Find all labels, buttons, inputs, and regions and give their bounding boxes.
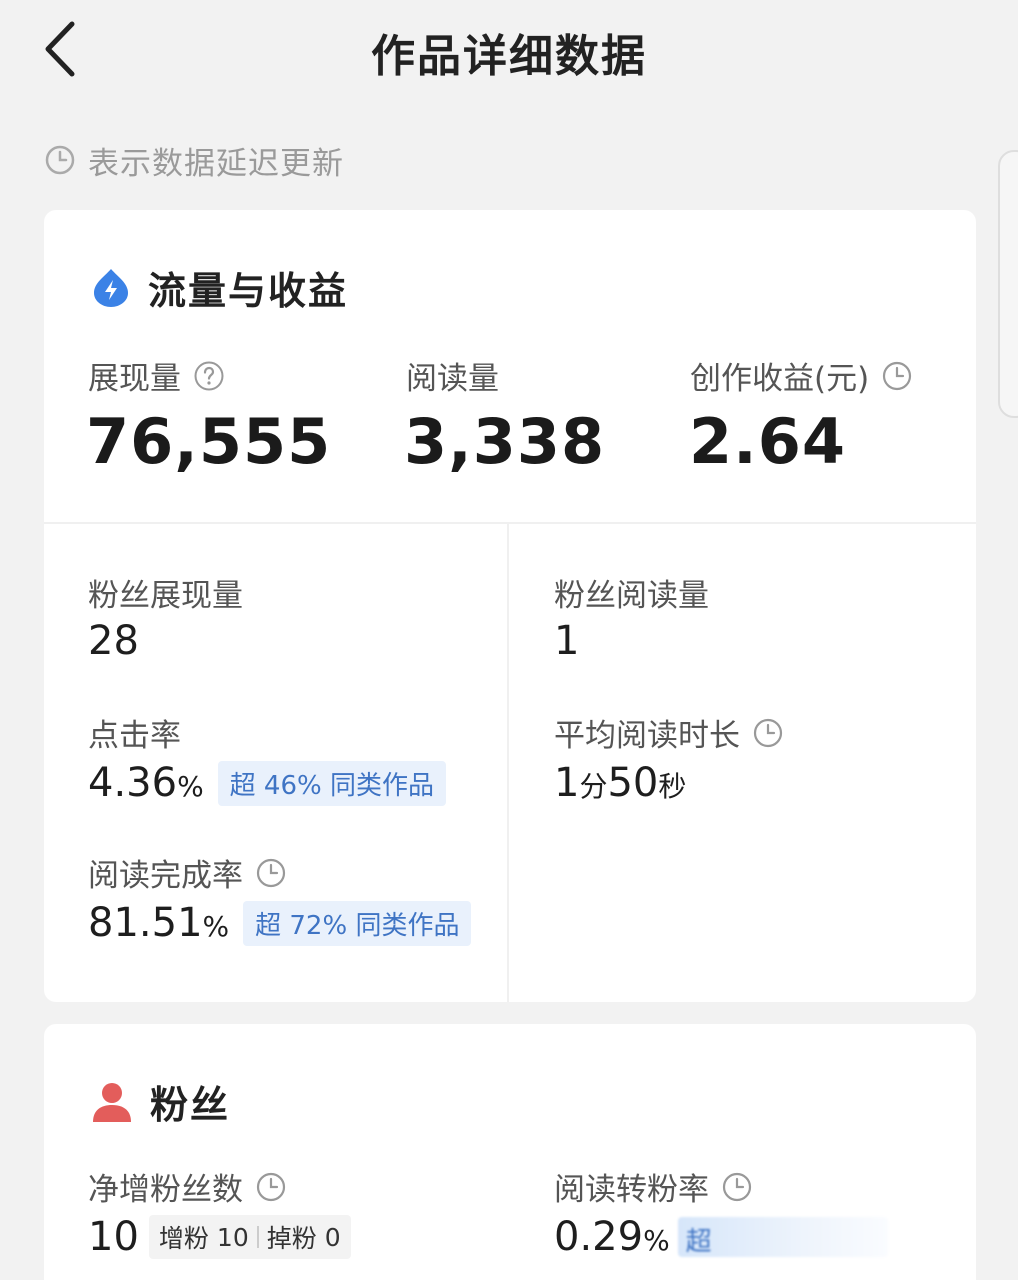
- clock-icon: [722, 1172, 752, 1201]
- clock-icon: [45, 145, 75, 175]
- avg-read-time-label: 平均阅读时长: [554, 710, 784, 755]
- earnings-label-text: 创作收益(元): [690, 361, 870, 397]
- side-handle[interactable]: [998, 150, 1018, 418]
- delay-notice-text: 表示数据延迟更新: [88, 145, 344, 182]
- clock-icon: [753, 718, 783, 747]
- earnings-value: 2.64: [689, 405, 846, 478]
- conversion-label-text: 阅读转粉率: [554, 1172, 709, 1208]
- fan-impressions-value: 28: [88, 618, 139, 664]
- conversion-rank-badge: 超: [677, 1217, 888, 1257]
- conversion-value: 0.29 % 超: [554, 1214, 888, 1260]
- user-icon: [93, 1082, 131, 1122]
- net-gain-value: 10 增粉 10 掉粉 0: [88, 1214, 351, 1260]
- clock-icon: [256, 858, 286, 887]
- avg-read-time-minutes: 1: [554, 760, 580, 806]
- loss-label: 掉粉: [266, 1224, 317, 1253]
- impressions-label: 展现量: [88, 353, 225, 398]
- divider: [44, 522, 976, 524]
- gain-loss-detail: 增粉 10 掉粉 0: [148, 1215, 351, 1259]
- ctr-number: 4.36: [88, 760, 178, 806]
- completion-label: 阅读完成率: [88, 850, 287, 895]
- fan-impressions-label: 粉丝展现量: [88, 578, 243, 614]
- avg-read-time-label-text: 平均阅读时长: [554, 718, 740, 754]
- lightning-icon: [94, 268, 128, 307]
- delay-notice: 表示数据延迟更新: [44, 140, 344, 182]
- completion-rank-badge: 超 72% 同类作品: [243, 900, 472, 946]
- completion-unit: %: [202, 910, 230, 943]
- conversion-label: 阅读转粉率: [554, 1164, 753, 1209]
- conversion-number: 0.29: [554, 1214, 644, 1260]
- completion-number: 81.51: [88, 900, 203, 946]
- avg-read-time-value: 1 分 50 秒: [554, 760, 686, 806]
- page: 作品详细数据 表示数据延迟更新 流量与收益 展现量 76,555 阅读量 3,3…: [0, 0, 1018, 1280]
- fans-section-title: 粉丝: [150, 1083, 231, 1127]
- ctr-rank-badge: 超 46% 同类作品: [217, 760, 446, 806]
- net-gain-label-text: 净增粉丝数: [88, 1172, 243, 1208]
- loss-value: 0: [324, 1222, 341, 1252]
- traffic-card: 流量与收益 展现量 76,555 阅读量 3,338 创作收益(元) 2.64: [44, 210, 976, 1002]
- ctr-label: 点击率: [88, 718, 181, 754]
- fans-card: 粉丝 净增粉丝数 10 增粉 10 掉粉 0 阅读转粉率 0.29 % 超: [44, 1024, 976, 1280]
- ctr-unit: %: [177, 770, 204, 803]
- fan-reads-label: 粉丝阅读量: [554, 578, 709, 614]
- traffic-section-header: 流量与收益: [90, 260, 348, 315]
- divider: [507, 524, 509, 1002]
- gain-value: 10: [216, 1222, 249, 1252]
- impressions-label-text: 展现量: [88, 361, 181, 397]
- completion-value: 81.51 % 超 72% 同类作品: [88, 900, 472, 946]
- fans-section-header: 粉丝: [90, 1074, 230, 1129]
- header: 作品详细数据: [0, 0, 1018, 100]
- fan-reads-value: 1: [554, 618, 580, 664]
- conversion-unit: %: [643, 1224, 670, 1257]
- net-gain-label: 净增粉丝数: [88, 1164, 287, 1209]
- clock-icon: [256, 1172, 286, 1201]
- page-title: 作品详细数据: [371, 31, 647, 82]
- net-gain-number: 10: [88, 1214, 139, 1260]
- clock-icon: [883, 361, 912, 390]
- avg-read-time-seconds-unit: 秒: [658, 770, 687, 803]
- avg-read-time-seconds: 50: [607, 760, 659, 806]
- reads-label: 阅读量: [406, 353, 499, 398]
- gain-label: 增粉: [158, 1224, 209, 1253]
- traffic-section-title: 流量与收益: [148, 269, 349, 313]
- completion-label-text: 阅读完成率: [88, 858, 243, 894]
- earnings-label: 创作收益(元): [690, 353, 913, 398]
- avg-read-time-minutes-unit: 分: [579, 770, 608, 803]
- reads-label-text: 阅读量: [406, 361, 499, 397]
- reads-value: 3,338: [404, 405, 606, 478]
- ctr-value: 4.36 % 超 46% 同类作品: [88, 760, 446, 806]
- divider: [256, 1226, 259, 1248]
- impressions-value: 76,555: [86, 405, 332, 478]
- help-icon[interactable]: [193, 360, 225, 392]
